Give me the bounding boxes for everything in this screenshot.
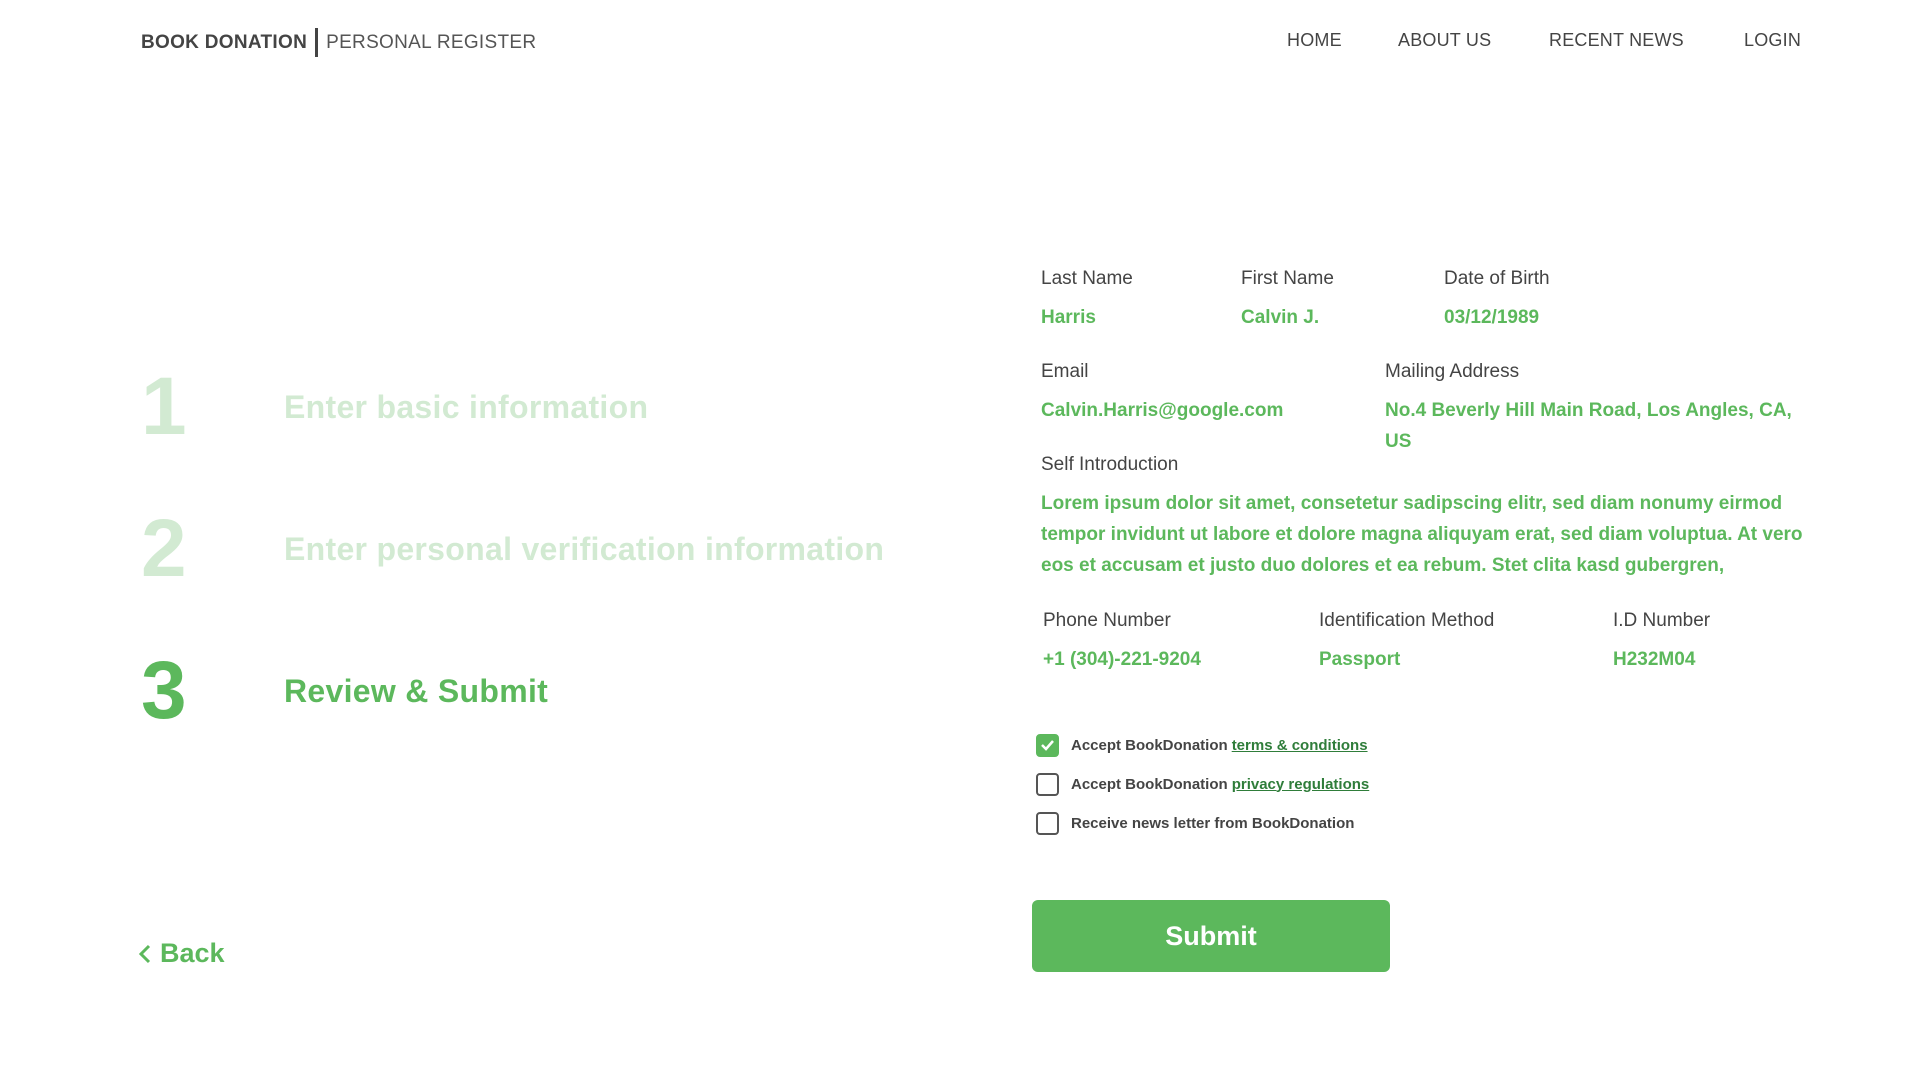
self-intro-value: Lorem ipsum dolor sit amet, consetetur s… (1041, 493, 1803, 576)
step-1: 1 Enter basic information (141, 366, 648, 448)
back-button[interactable]: Back (138, 938, 225, 969)
step-3: 3 Review & Submit (141, 650, 548, 732)
back-label: Back (160, 938, 225, 968)
phone-label: Phone Number (1043, 610, 1171, 631)
self-intro-field: Self Introduction Lorem ipsum dolor sit … (1041, 454, 1805, 581)
email-label: Email (1041, 361, 1089, 382)
step-number: 3 (141, 645, 187, 736)
nav-login[interactable]: LOGIN (1744, 30, 1801, 51)
self-intro-label: Self Introduction (1041, 454, 1179, 475)
last-name-value: Harris (1041, 307, 1096, 328)
address-value: No.4 Beverly Hill Main Road, Los Angles,… (1385, 400, 1792, 452)
dob-value: 03/12/1989 (1444, 307, 1540, 328)
last-name-label: Last Name (1041, 268, 1133, 289)
page-subtitle: PERSONAL REGISTER (326, 31, 537, 53)
email-value: Calvin.Harris@google.com (1041, 400, 1284, 421)
brand-name: BOOK DONATION (141, 31, 308, 53)
first-name-field: First Name Calvin J. (1241, 268, 1334, 333)
id-method-value: Passport (1319, 649, 1401, 670)
address-field: Mailing Address No.4 Beverly Hill Main R… (1385, 361, 1805, 457)
id-method-label: Identification Method (1319, 610, 1495, 631)
nav-home[interactable]: HOME (1287, 30, 1342, 51)
nav-recent-news[interactable]: RECENT NEWS (1549, 30, 1684, 51)
id-number-label: I.D Number (1613, 610, 1711, 631)
address-label: Mailing Address (1385, 361, 1520, 382)
step-label: Enter personal verification information (284, 530, 885, 567)
step-2: 2 Enter personal verification informatio… (141, 508, 884, 590)
header: BOOK DONATION PERSONAL REGISTER HOME ABO… (0, 0, 1920, 84)
step-number: 1 (141, 361, 187, 452)
terms-link[interactable]: terms & conditions (1232, 737, 1368, 754)
step-label: Enter basic information (284, 388, 649, 425)
brand[interactable]: BOOK DONATION PERSONAL REGISTER (141, 28, 536, 57)
newsletter-checkbox-text: Receive news letter from BookDonation (1071, 814, 1355, 832)
terms-checkbox-text: Accept BookDonation (1071, 736, 1228, 754)
terms-checkbox-row: Accept BookDonation terms & conditions (1036, 733, 1369, 757)
submit-button[interactable]: Submit (1032, 900, 1390, 972)
privacy-checkbox[interactable] (1036, 772, 1059, 796)
newsletter-checkbox-row: Receive news letter from BookDonation (1036, 811, 1369, 835)
terms-checkbox[interactable] (1036, 733, 1059, 757)
phone-value: +1 (304)-221-9204 (1043, 649, 1201, 670)
nav-about-us[interactable]: ABOUT US (1398, 30, 1491, 51)
id-method-field: Identification Method Passport (1319, 610, 1494, 675)
privacy-checkbox-row: Accept BookDonation privacy regulations (1036, 772, 1369, 796)
privacy-link[interactable]: privacy regulations (1232, 776, 1370, 793)
first-name-label: First Name (1241, 268, 1334, 289)
id-number-field: I.D Number H232M04 (1613, 610, 1710, 675)
brand-divider (315, 28, 319, 57)
step-number: 2 (141, 503, 187, 594)
chevron-left-icon (138, 944, 151, 963)
dob-label: Date of Birth (1444, 268, 1550, 289)
first-name-value: Calvin J. (1241, 307, 1320, 328)
last-name-field: Last Name Harris (1041, 268, 1133, 333)
phone-field: Phone Number +1 (304)-221-9204 (1043, 610, 1201, 675)
email-field: Email Calvin.Harris@google.com (1041, 361, 1283, 426)
step-label: Review & Submit (284, 672, 549, 709)
privacy-checkbox-text: Accept BookDonation (1071, 775, 1228, 793)
id-number-value: H232M04 (1613, 649, 1696, 670)
dob-field: Date of Birth 03/12/1989 (1444, 268, 1550, 333)
agreement-checklist: Accept BookDonation terms & conditions A… (1036, 733, 1369, 850)
checkmark-icon (1041, 740, 1054, 751)
newsletter-checkbox[interactable] (1036, 811, 1059, 835)
